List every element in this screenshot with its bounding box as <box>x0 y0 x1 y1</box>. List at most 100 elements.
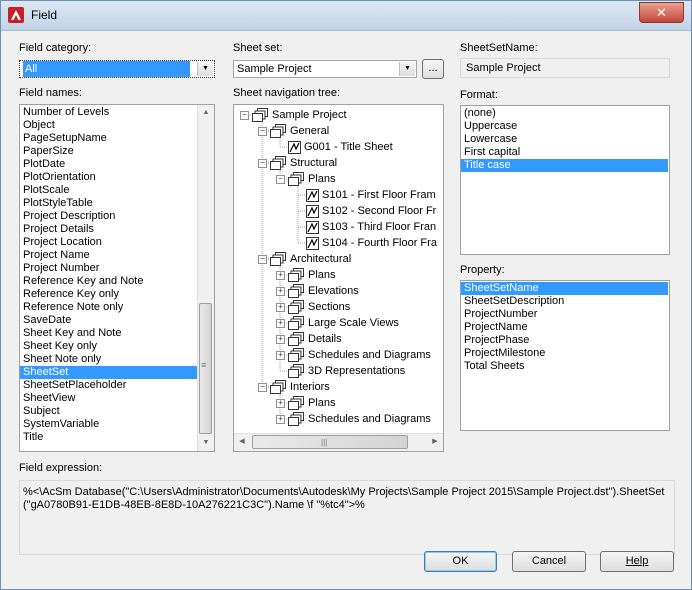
chevron-down-icon[interactable]: ▼ <box>197 62 213 76</box>
property-item[interactable]: SheetSetDescription <box>461 295 668 308</box>
scroll-down-icon[interactable]: ▼ <box>198 435 214 451</box>
format-item[interactable]: Title case <box>461 159 668 172</box>
property-item[interactable]: ProjectName <box>461 321 668 334</box>
scroll-up-icon[interactable]: ▲ <box>198 105 214 121</box>
tree-node[interactable]: Sample Project <box>252 107 347 123</box>
sheet-set-browse-button[interactable]: ... <box>422 59 444 79</box>
tree-node[interactable]: Details <box>288 331 342 347</box>
tree-horizontal-scrollbar[interactable]: ◀ ||| ▶ <box>234 433 443 451</box>
field-name-item[interactable]: Subject <box>20 405 197 418</box>
property-item[interactable]: ProjectPhase <box>461 334 668 347</box>
tree-node-label: S102 - Second Floor Fr <box>322 205 437 217</box>
field-name-item[interactable]: Object <box>20 119 197 132</box>
sheet-set-combo[interactable]: Sample Project ▼ <box>233 60 417 78</box>
collapse-icon[interactable]: − <box>258 255 267 264</box>
field-name-item[interactable]: Project Details <box>20 223 197 236</box>
field-names-scrollbar[interactable]: ▲ ≡ ▼ <box>197 105 214 451</box>
tree-node[interactable]: S104 - Fourth Floor Fra <box>306 235 437 251</box>
field-name-item[interactable]: Sheet Note only <box>20 353 197 366</box>
title-bar: Field ✕ <box>1 1 691 31</box>
field-name-item[interactable]: SheetView <box>20 392 197 405</box>
field-name-item[interactable]: PlotDate <box>20 158 197 171</box>
field-category-combo[interactable]: All ▼ <box>19 60 215 78</box>
tree-node[interactable]: Schedules and Diagrams <box>288 347 431 363</box>
property-item[interactable]: SheetSetName <box>461 282 668 295</box>
tree-node[interactable]: Plans <box>288 171 336 187</box>
field-name-item[interactable]: Reference Key only <box>20 288 197 301</box>
expand-icon[interactable]: + <box>276 351 285 360</box>
expand-icon[interactable]: + <box>276 415 285 424</box>
format-item[interactable]: First capital <box>461 146 668 159</box>
field-name-item[interactable]: PlotOrientation <box>20 171 197 184</box>
expand-icon[interactable]: + <box>276 303 285 312</box>
field-name-item[interactable]: Project Location <box>20 236 197 249</box>
field-name-item[interactable]: SaveDate <box>20 314 197 327</box>
field-expression-text: %<\AcSm Database("C:\Users\Administrator… <box>23 486 665 511</box>
field-name-item[interactable]: Project Description <box>20 210 197 223</box>
expand-icon[interactable]: + <box>276 335 285 344</box>
tree-node[interactable]: Interiors <box>270 379 330 395</box>
ok-button[interactable]: OK <box>424 551 497 572</box>
field-name-item[interactable]: Project Name <box>20 249 197 262</box>
expand-icon[interactable]: + <box>276 287 285 296</box>
scroll-left-icon[interactable]: ◀ <box>234 434 250 450</box>
collapse-icon[interactable]: − <box>258 127 267 136</box>
sheet-subset-icon <box>288 284 308 299</box>
tree-node[interactable]: Large Scale Views <box>288 315 399 331</box>
field-name-item[interactable]: Number of Levels <box>20 106 197 119</box>
field-name-item[interactable]: Reference Note only <box>20 301 197 314</box>
cancel-button[interactable]: Cancel <box>512 551 586 572</box>
collapse-icon[interactable]: − <box>258 159 267 168</box>
property-label: Property: <box>460 264 505 276</box>
scroll-thumb[interactable]: ≡ <box>199 303 212 434</box>
tree-node[interactable]: Elevations <box>288 283 359 299</box>
tree-node[interactable]: S103 - Third Floor Fran <box>306 219 436 235</box>
sheet-navigation-tree[interactable]: − Sample Project − General G001 - Title Shee… <box>233 104 444 452</box>
format-item[interactable]: (none) <box>461 107 668 120</box>
format-item[interactable]: Lowercase <box>461 133 668 146</box>
format-list[interactable]: (none) Uppercase Lowercase First capital Tit… <box>460 105 670 255</box>
tree-node[interactable]: Schedules and Diagrams <box>288 411 431 427</box>
h-scroll-thumb[interactable]: ||| <box>252 435 408 449</box>
field-name-item[interactable]: PaperSize <box>20 145 197 158</box>
tree-node[interactable]: G001 - Title Sheet <box>288 139 393 155</box>
collapse-icon[interactable]: − <box>240 111 249 120</box>
field-name-item[interactable]: SheetSet <box>20 366 197 379</box>
scroll-right-icon[interactable]: ▶ <box>427 434 443 450</box>
field-name-item[interactable]: PlotStyleTable <box>20 197 197 210</box>
format-item[interactable]: Uppercase <box>461 120 668 133</box>
tree-node[interactable]: Sections <box>288 299 350 315</box>
field-name-item[interactable]: PlotScale <box>20 184 197 197</box>
field-name-item[interactable]: PageSetupName <box>20 132 197 145</box>
field-name-item[interactable]: SystemVariable <box>20 418 197 431</box>
field-name-item[interactable]: Title <box>20 431 197 444</box>
chevron-down-icon[interactable]: ▼ <box>399 62 415 76</box>
collapse-icon[interactable]: − <box>276 175 285 184</box>
tree-node[interactable]: S102 - Second Floor Fr <box>306 203 436 219</box>
field-name-item[interactable]: Sheet Key and Note <box>20 327 197 340</box>
expand-icon[interactable]: + <box>276 271 285 280</box>
property-item[interactable]: Total Sheets <box>461 360 668 373</box>
tree-node[interactable]: Plans <box>288 395 336 411</box>
expand-icon[interactable]: + <box>276 399 285 408</box>
help-button[interactable]: Help <box>600 551 674 572</box>
tree-node[interactable]: Architectural <box>270 251 351 267</box>
property-list[interactable]: SheetSetName SheetSetDescription ProjectNu… <box>460 280 670 431</box>
field-expression-box[interactable]: %<\AcSm Database("C:\Users\Administrator… <box>19 480 675 555</box>
property-item[interactable]: ProjectNumber <box>461 308 668 321</box>
field-name-item[interactable]: SheetSetPlaceholder <box>20 379 197 392</box>
expand-icon[interactable]: + <box>276 319 285 328</box>
field-name-item[interactable]: Project Number <box>20 262 197 275</box>
close-button[interactable]: ✕ <box>639 2 684 23</box>
field-names-list[interactable]: Number of Levels Object PageSetupName Paper… <box>19 104 215 452</box>
field-name-item[interactable]: Reference Key and Note <box>20 275 197 288</box>
property-item[interactable]: ProjectMilestone <box>461 347 668 360</box>
tree-node-label: G001 - Title Sheet <box>304 141 393 153</box>
tree-node[interactable]: Plans <box>288 267 336 283</box>
tree-node[interactable]: 3D Representations <box>288 363 405 379</box>
field-name-item[interactable]: Sheet Key only <box>20 340 197 353</box>
tree-node[interactable]: General <box>270 123 329 139</box>
collapse-icon[interactable]: − <box>258 383 267 392</box>
tree-node[interactable]: S101 - First Floor Fram <box>306 187 436 203</box>
tree-node[interactable]: Structural <box>270 155 337 171</box>
